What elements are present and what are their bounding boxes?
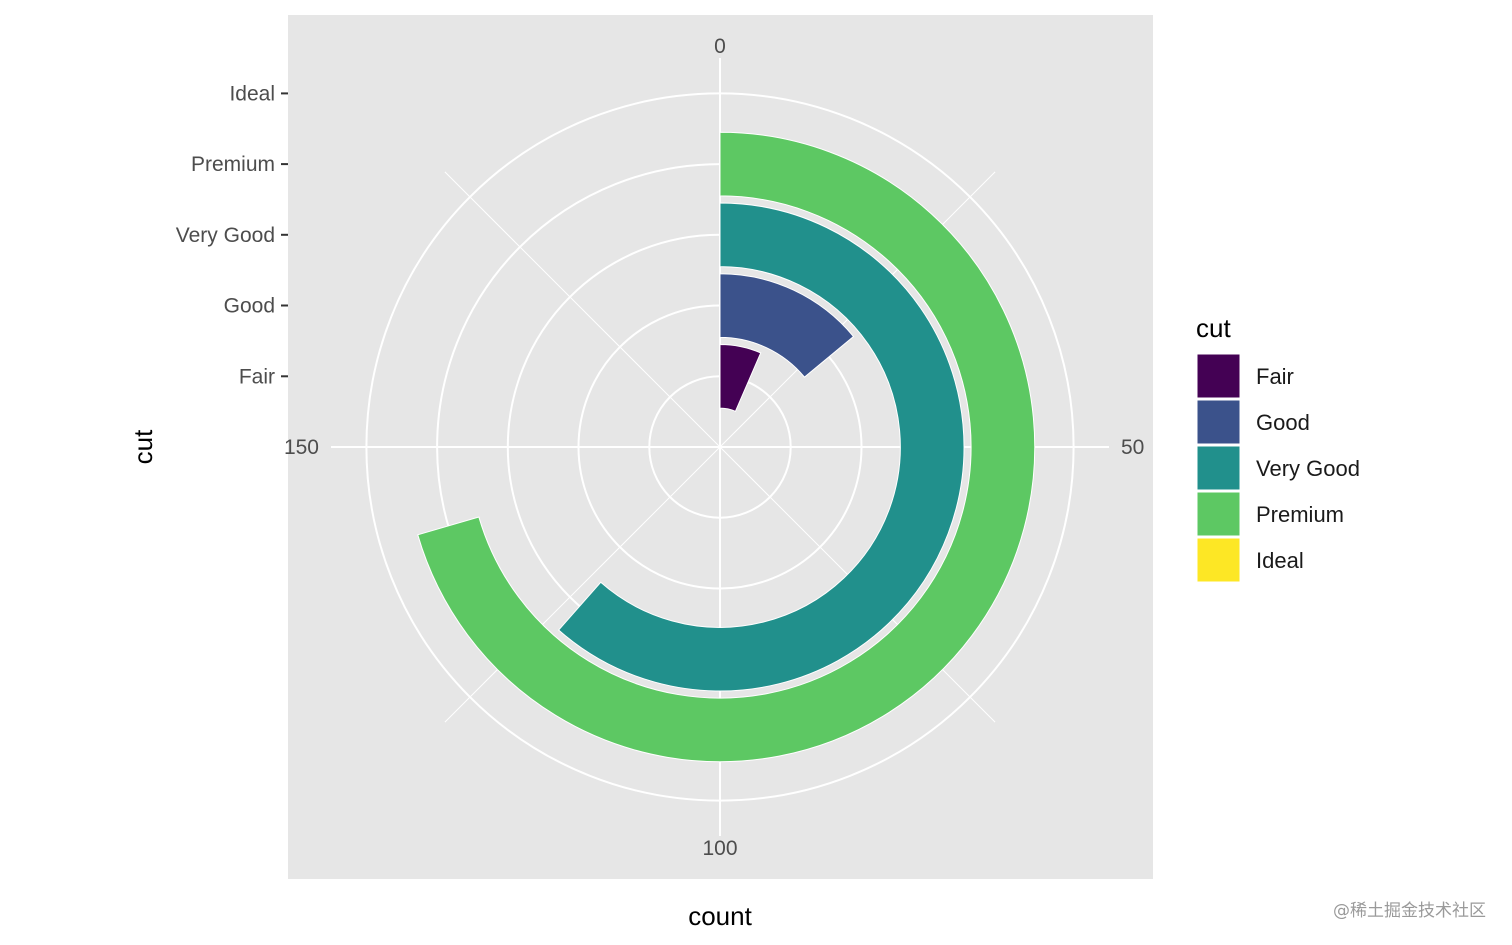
watermark: @稀土掘金技术社区 xyxy=(1333,901,1486,921)
radial-tick-label: Very Good xyxy=(176,224,275,247)
angle-tick-label: 150 xyxy=(284,436,319,459)
angle-tick-label: 50 xyxy=(1121,436,1144,459)
legend-label: Good xyxy=(1256,410,1310,435)
radial-tick-label: Fair xyxy=(239,365,275,388)
y-axis-title: cut xyxy=(128,429,158,464)
angle-tick-label: 100 xyxy=(702,837,737,860)
legend: cut Fair Good Very Good Premium Ideal xyxy=(1196,313,1360,583)
legend-swatch xyxy=(1196,537,1241,583)
legend-swatch xyxy=(1196,399,1241,445)
legend-swatch xyxy=(1196,445,1241,491)
legend-swatch xyxy=(1196,353,1241,399)
legend-label: Fair xyxy=(1256,364,1294,389)
radial-tick-label: Premium xyxy=(191,153,275,176)
radial-tick-label: Ideal xyxy=(229,82,275,105)
radial-tick-labels: Fair Good Very Good Premium Ideal xyxy=(176,82,288,388)
legend-label: Premium xyxy=(1256,502,1344,527)
legend-label: Ideal xyxy=(1256,548,1304,573)
legend-swatch xyxy=(1196,491,1241,537)
polar-bar-chart: 050100150 FairGoodVery GoodPremiumIdeal … xyxy=(128,15,1486,931)
x-axis-title: count xyxy=(688,901,752,931)
angle-tick-label: 0 xyxy=(714,35,726,58)
legend-label: Very Good xyxy=(1256,456,1360,481)
radial-tick-label: Good xyxy=(224,295,275,318)
legend-title: cut xyxy=(1196,313,1231,343)
